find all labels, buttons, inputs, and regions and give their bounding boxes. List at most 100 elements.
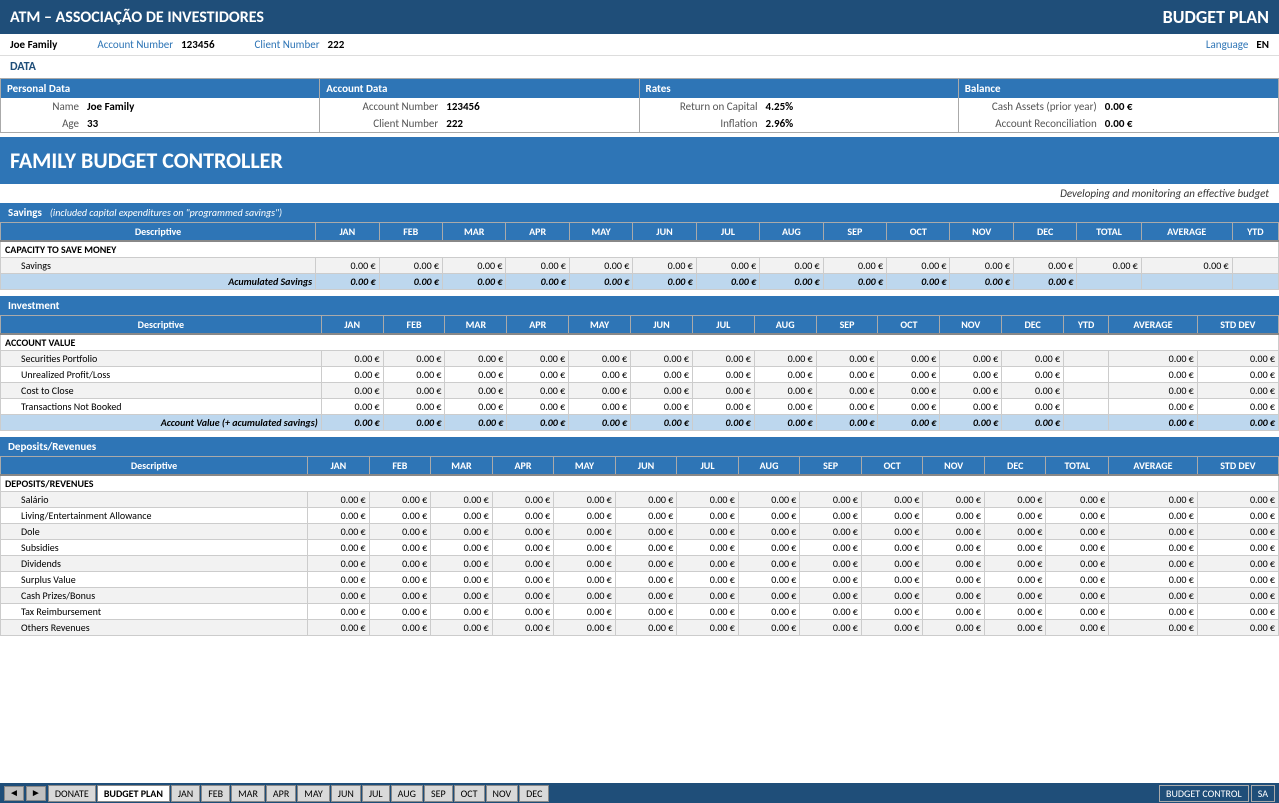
dep-col-sep: SEP <box>800 457 862 476</box>
savings-mar: 0.00 € <box>442 258 505 274</box>
tab-apr[interactable]: APR <box>266 785 296 802</box>
inv-col-oct: OCT <box>878 316 940 335</box>
savings-dec: 0.00 € <box>1013 258 1076 274</box>
inv-col-average: AVERAGE <box>1109 316 1198 335</box>
tab-donate[interactable]: DONATE <box>48 785 96 802</box>
tab-nov[interactable]: NOV <box>486 785 519 802</box>
savings-row-label: Savings <box>1 258 316 274</box>
inv-unrealized-row: Unrealized Profit/Loss 0.00 €0.00 €0.00 … <box>1 367 1279 383</box>
dep-others-row: Others Revenues 0.00 €0.00 €0.00 €0.00 €… <box>1 620 1279 636</box>
tab-sep[interactable]: SEP <box>424 785 453 802</box>
dep-col-apr: APR <box>492 457 554 476</box>
inv-securities-row: Securities Portfolio 0.00 €0.00 €0.00 €0… <box>1 351 1279 367</box>
acc-sav-aug: 0.00 € <box>760 274 823 290</box>
tab-budget-plan[interactable]: BUDGET PLAN <box>97 785 170 802</box>
dep-col-mar: MAR <box>431 457 493 476</box>
sub-header: Joe Family Account Number 123456 Client … <box>0 34 1279 56</box>
client-number-value: 222 <box>328 38 345 51</box>
savings-jan: 0.00 € <box>316 258 379 274</box>
tab-nav-next[interactable]: ► <box>26 786 46 801</box>
savings-col-feb: FEB <box>379 223 442 242</box>
cash-assets-key: Cash Assets (prior year) <box>965 100 1105 113</box>
inv-col-aug: AUG <box>754 316 816 335</box>
tab-may[interactable]: MAY <box>297 785 329 802</box>
investment-header-row: Descriptive JAN FEB MAR APR MAY JUN JUL … <box>1 316 1279 335</box>
personal-age-row: Age 33 <box>1 115 319 132</box>
inv-cost-label: Cost to Close <box>1 383 322 399</box>
savings-col-aug: AUG <box>760 223 823 242</box>
account-data-header: Account Data <box>320 79 638 98</box>
return-row: Return on Capital 4.25% <box>640 98 958 115</box>
tab-sa[interactable]: SA <box>1251 785 1275 802</box>
tab-feb[interactable]: FEB <box>201 785 230 802</box>
tab-jul[interactable]: JUL <box>362 785 390 802</box>
savings-col-total: TOTAL <box>1077 223 1141 242</box>
inv-securities-label: Securities Portfolio <box>1 351 322 367</box>
savings-col-jun: JUN <box>633 223 696 242</box>
dep-col-aug: AUG <box>738 457 800 476</box>
dep-dividends-label: Dividends <box>1 556 308 572</box>
dep-cash-prizes-label: Cash Prizes/Bonus <box>1 588 308 604</box>
savings-col-dec: DEC <box>1013 223 1076 242</box>
deposits-section-bar: Deposits/Revenues <box>0 437 1279 456</box>
app-title: ATM – ASSOCIAÇÃO DE INVESTIDORES <box>10 8 264 27</box>
savings-category: CAPACITY TO SAVE MONEY <box>1 241 1279 258</box>
dep-cash-prizes-row: Cash Prizes/Bonus 0.00 €0.00 €0.00 €0.00… <box>1 588 1279 604</box>
savings-col-apr: APR <box>506 223 569 242</box>
tab-nav-prev[interactable]: ◄ <box>4 786 24 801</box>
dep-col-feb: FEB <box>369 457 431 476</box>
deposits-header-row: Descriptive JAN FEB MAR APR MAY JUN JUL … <box>1 457 1279 476</box>
dep-col-desc: Descriptive <box>1 457 308 476</box>
dep-salario-label: Salário <box>1 492 308 508</box>
tab-budget-control[interactable]: BUDGET CONTROL <box>1159 785 1249 802</box>
age-val: 33 <box>87 117 98 130</box>
tab-jun[interactable]: JUN <box>331 785 361 802</box>
dep-dole-row: Dole 0.00 €0.00 €0.00 €0.00 €0.00 €0.00 … <box>1 524 1279 540</box>
inv-unrealized-label: Unrealized Profit/Loss <box>1 367 322 383</box>
dep-col-may: MAY <box>554 457 616 476</box>
language-group: Language EN <box>1206 38 1269 51</box>
savings-apr: 0.00 € <box>506 258 569 274</box>
savings-section-bar: Savings (included capital expenditures o… <box>0 203 1279 222</box>
dep-col-nov: NOV <box>923 457 985 476</box>
acc-num-key: Account Number <box>326 100 446 113</box>
acc-reconciliation-key: Account Reconciliation <box>965 117 1105 130</box>
tab-oct[interactable]: OCT <box>454 785 485 802</box>
savings-col-jul: JUL <box>696 223 759 242</box>
savings-total: 0.00 € <box>1077 258 1141 274</box>
acc-sav-mar: 0.00 € <box>442 274 505 290</box>
inv-col-may: MAY <box>569 316 631 335</box>
inv-transactions-row: Transactions Not Booked 0.00 €0.00 €0.00… <box>1 399 1279 415</box>
acc-num-val: 123456 <box>446 100 479 113</box>
acc-sav-nov: 0.00 € <box>950 274 1013 290</box>
inv-col-jul: JUL <box>692 316 754 335</box>
acc-sav-ytd-blank <box>1232 274 1278 290</box>
age-key: Age <box>7 117 87 130</box>
savings-ytd-blank <box>1232 258 1278 274</box>
tab-bar: ◄ ► DONATE BUDGET PLAN JAN FEB MAR APR M… <box>0 783 1279 803</box>
balance-header: Balance <box>959 79 1278 98</box>
tab-mar[interactable]: MAR <box>231 785 265 802</box>
savings-data-row: Savings 0.00 € 0.00 € 0.00 € 0.00 € 0.00… <box>1 258 1279 274</box>
savings-title: Savings <box>8 206 42 219</box>
language-label: Language <box>1206 38 1248 51</box>
dep-category: DEPOSITS/REVENUES <box>1 475 1279 492</box>
acc-sav-may: 0.00 € <box>569 274 632 290</box>
tab-dec[interactable]: DEC <box>519 785 549 802</box>
account-reconciliation-row: Account Reconciliation 0.00 € <box>959 115 1278 132</box>
client-name: Joe Family <box>10 38 57 51</box>
inv-cost-row: Cost to Close 0.00 €0.00 €0.00 €0.00 €0.… <box>1 383 1279 399</box>
tab-aug[interactable]: AUG <box>391 785 423 802</box>
main-content: ATM – ASSOCIAÇÃO DE INVESTIDORES BUDGET … <box>0 0 1279 660</box>
fbc-header: FAMILY BUDGET CONTROLLER <box>0 137 1279 184</box>
info-grid: Personal Data Name Joe Family Age 33 Acc… <box>0 78 1279 133</box>
dep-dividends-row: Dividends 0.00 €0.00 €0.00 €0.00 €0.00 €… <box>1 556 1279 572</box>
inv-col-mar: MAR <box>445 316 507 335</box>
savings-col-mar: MAR <box>442 223 505 242</box>
inv-col-jan: JAN <box>321 316 383 335</box>
savings-col-oct: OCT <box>887 223 950 242</box>
tab-jan[interactable]: JAN <box>171 785 200 802</box>
savings-average: 0.00 € <box>1141 258 1232 274</box>
cli-num-key: Client Number <box>326 117 446 130</box>
client-number-row: Client Number 222 <box>320 115 638 132</box>
